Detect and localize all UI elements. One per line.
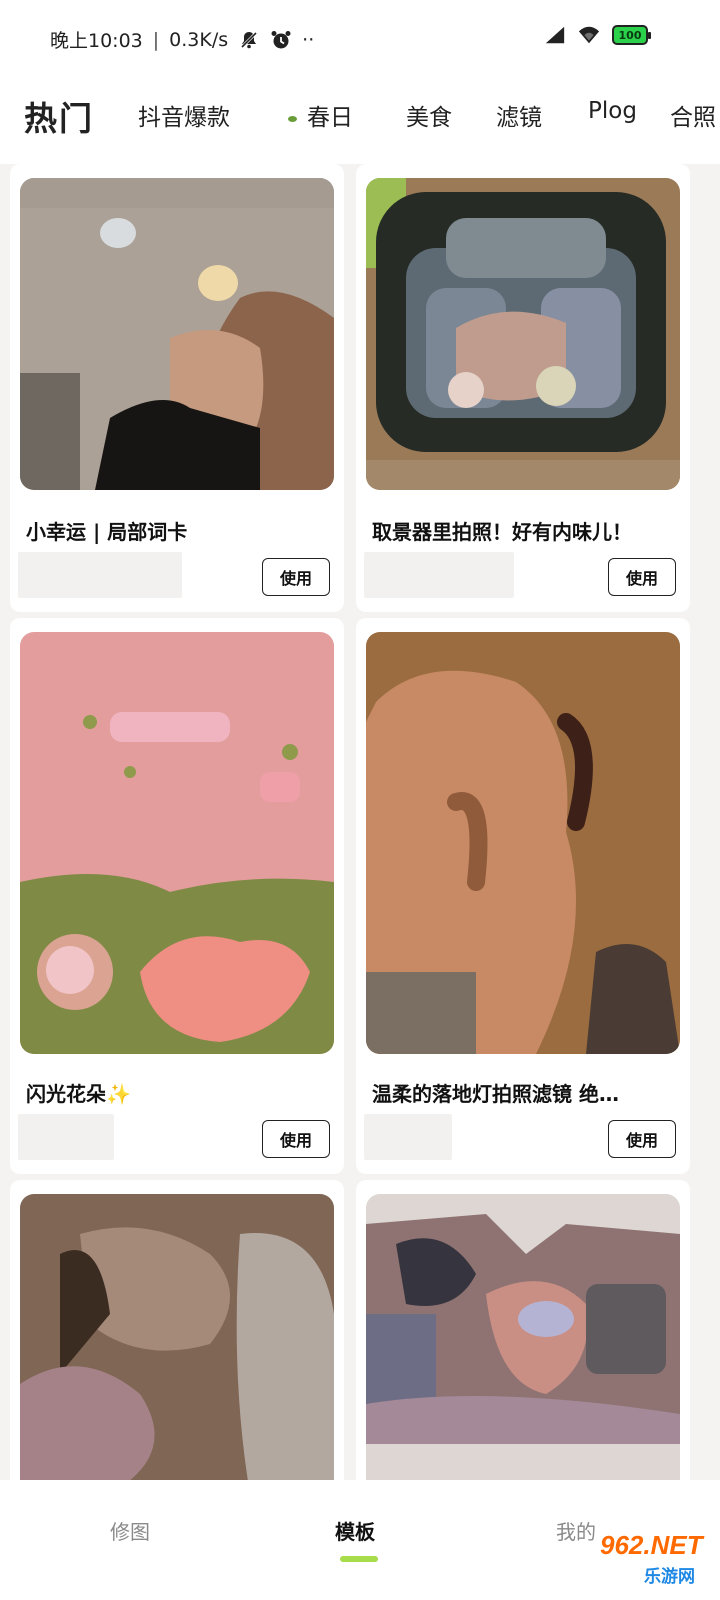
battery-icon: 100	[612, 25, 651, 45]
tab-food[interactable]: 美食	[406, 98, 452, 132]
wifi-icon	[578, 24, 600, 46]
more-notifications-icon: ··	[302, 28, 315, 51]
nav-edit-photo[interactable]: 修图	[110, 1516, 150, 1545]
loading-placeholder	[364, 1114, 452, 1160]
tab-spring[interactable]: 春日	[288, 98, 353, 132]
template-thumbnail[interactable]	[366, 178, 680, 490]
watermark-subtext: 乐游网	[644, 1566, 695, 1587]
template-title: 取景器里拍照！好有内味儿！	[372, 520, 632, 544]
template-card[interactable]	[356, 1180, 690, 1480]
status-left: 晚上10:03 | 0.3K/s ··	[50, 26, 314, 53]
status-bar: 晚上10:03 | 0.3K/s ·· 100	[0, 0, 720, 78]
network-speed: 0.3K/s	[169, 28, 229, 51]
alarm-clock-icon	[270, 29, 292, 51]
status-separator: |	[152, 28, 160, 51]
use-template-button[interactable]: 使用	[262, 558, 330, 596]
leaf-icon	[288, 115, 297, 122]
active-tab-indicator	[340, 1556, 378, 1562]
loading-placeholder	[18, 1114, 114, 1160]
tab-hot[interactable]: 热门	[24, 92, 94, 140]
tab-douyin-trending[interactable]: 抖音爆款	[138, 98, 230, 132]
nav-templates[interactable]: 模板	[335, 1516, 375, 1545]
template-thumbnail[interactable]	[366, 632, 680, 1054]
use-template-button[interactable]: 使用	[608, 558, 676, 596]
template-card[interactable]: 温柔的落地灯拍照滤镜 绝… 使用	[356, 618, 690, 1174]
status-right: 100	[544, 24, 651, 46]
template-grid: 小幸运 | 局部词卡 使用 取景器里拍照！好有内味儿！ 使用 闪光花朵✨ 使用 …	[0, 164, 720, 1480]
watermark-text: 962.NET	[600, 1530, 705, 1560]
template-thumbnail[interactable]	[20, 1194, 334, 1480]
template-thumbnail[interactable]	[20, 178, 334, 490]
bottom-navigation: 修图 模板 我的 962.NET 乐游网	[0, 1480, 720, 1600]
loading-placeholder	[364, 552, 514, 598]
cellular-signal-icon	[544, 24, 566, 46]
tab-plog[interactable]: Plog	[588, 98, 637, 124]
mute-bell-icon	[238, 29, 260, 51]
template-card[interactable]	[10, 1180, 344, 1480]
template-title: 闪光花朵✨	[26, 1082, 131, 1106]
category-tabs: 热门 抖音爆款 春日 美食 滤镜 Plog 合照	[0, 78, 720, 164]
loading-placeholder	[18, 552, 182, 598]
template-card[interactable]: 闪光花朵✨ 使用	[10, 618, 344, 1174]
use-template-button[interactable]: 使用	[608, 1120, 676, 1158]
template-thumbnail[interactable]	[20, 632, 334, 1054]
use-template-button[interactable]: 使用	[262, 1120, 330, 1158]
watermark-logo: 962.NET 乐游网	[552, 1520, 712, 1592]
tab-group-photo[interactable]: 合照	[670, 98, 716, 132]
template-thumbnail[interactable]	[366, 1194, 680, 1480]
template-title: 小幸运 | 局部词卡	[26, 520, 188, 544]
template-card[interactable]: 取景器里拍照！好有内味儿！ 使用	[356, 164, 690, 612]
tab-filter[interactable]: 滤镜	[496, 98, 542, 132]
status-time: 晚上10:03	[50, 30, 143, 52]
template-title: 温柔的落地灯拍照滤镜 绝…	[372, 1082, 619, 1106]
template-card[interactable]: 小幸运 | 局部词卡 使用	[10, 164, 344, 612]
tab-spring-label: 春日	[307, 105, 353, 131]
